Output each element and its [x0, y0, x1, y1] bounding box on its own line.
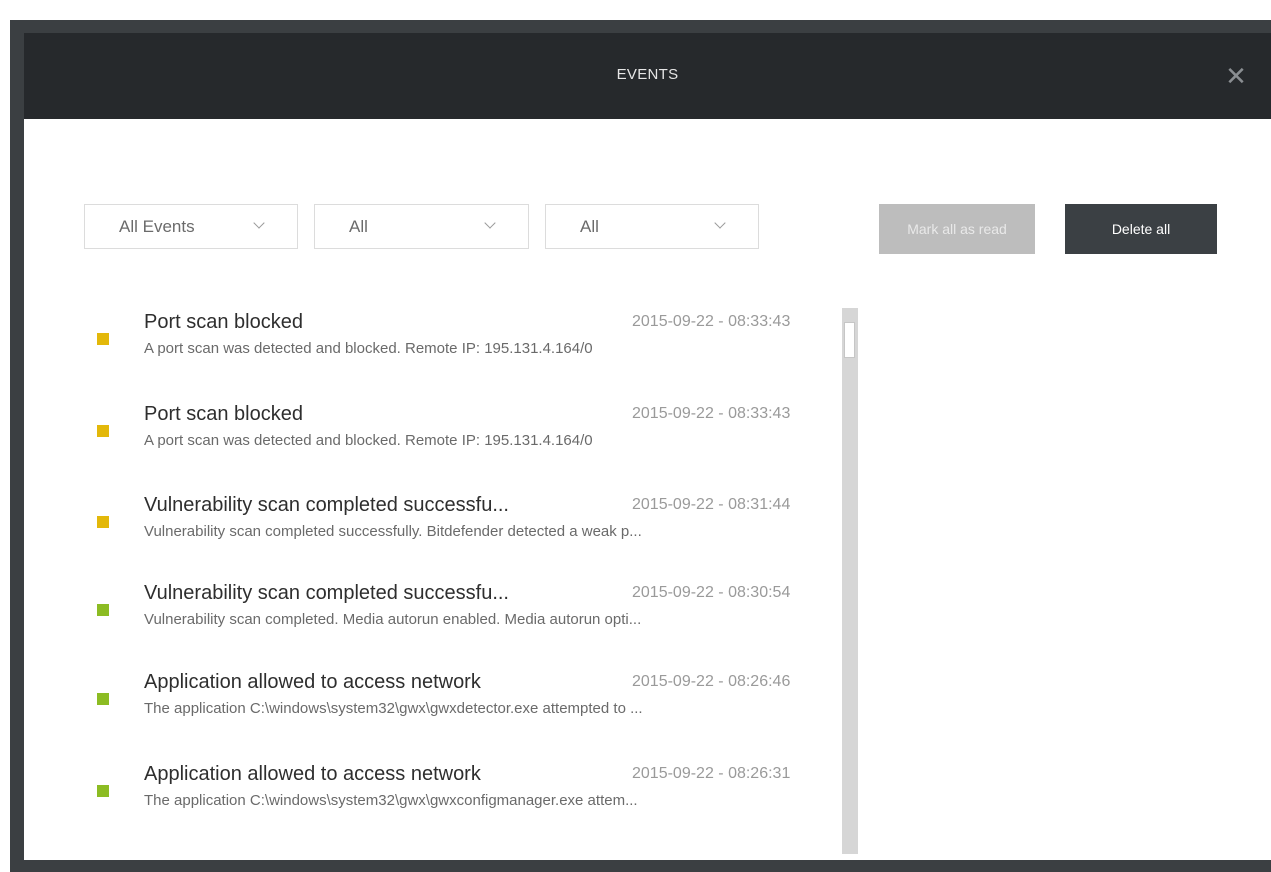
status-indicator: [97, 333, 109, 345]
status-indicator: [97, 785, 109, 797]
status-indicator: [97, 425, 109, 437]
events-content: All Events All All Mark all as read Dele…: [24, 119, 1271, 860]
event-description: The application C:\windows\system32\gwx\…: [144, 700, 643, 717]
event-list-scrollbar[interactable]: [842, 308, 858, 854]
events-window: EVENTS ✕ All Events All All Mark all as …: [10, 20, 1271, 872]
event-title: Vulnerability scan completed successfu..…: [144, 494, 509, 516]
scrollbar-thumb[interactable]: [844, 322, 855, 358]
event-type-dropdown[interactable]: All Events: [84, 204, 298, 249]
event-timestamp: 2015-09-22 - 08:33:43: [632, 313, 791, 330]
event-timestamp: 2015-09-22 - 08:26:31: [632, 765, 791, 782]
event-item[interactable]: Application allowed to access network 20…: [84, 759, 834, 839]
event-item[interactable]: Port scan blocked 2015-09-22 - 08:33:43 …: [84, 399, 834, 479]
event-title: Vulnerability scan completed successfu..…: [144, 582, 509, 604]
event-title: Port scan blocked: [144, 311, 303, 333]
time-dropdown[interactable]: All: [545, 204, 759, 249]
event-title: Port scan blocked: [144, 403, 303, 425]
status-indicator: [97, 516, 109, 528]
event-title: Application allowed to access network: [144, 671, 481, 693]
chevron-down-icon: [714, 217, 726, 229]
event-timestamp: 2015-09-22 - 08:31:44: [632, 496, 791, 513]
chevron-down-icon: [253, 217, 265, 229]
event-timestamp: 2015-09-22 - 08:33:43: [632, 405, 791, 422]
status-indicator: [97, 693, 109, 705]
mark-all-read-button[interactable]: Mark all as read: [879, 204, 1035, 254]
event-item[interactable]: Vulnerability scan completed successfu..…: [84, 490, 834, 570]
event-timestamp: 2015-09-22 - 08:26:46: [632, 673, 791, 690]
delete-all-button[interactable]: Delete all: [1065, 204, 1217, 254]
title-bar: EVENTS ✕: [24, 33, 1271, 119]
event-type-dropdown-value: All Events: [119, 217, 195, 236]
event-description: Vulnerability scan completed. Media auto…: [144, 611, 642, 628]
event-title: Application allowed to access network: [144, 763, 481, 785]
event-description: A port scan was detected and blocked. Re…: [144, 432, 593, 449]
event-list: Port scan blocked 2015-09-22 - 08:33:43 …: [84, 307, 854, 855]
severity-dropdown-value: All: [349, 217, 368, 236]
severity-dropdown[interactable]: All: [314, 204, 529, 249]
event-timestamp: 2015-09-22 - 08:30:54: [632, 584, 791, 601]
event-item[interactable]: Port scan blocked 2015-09-22 - 08:33:43 …: [84, 307, 834, 387]
status-indicator: [97, 604, 109, 616]
event-description: The application C:\windows\system32\gwx\…: [144, 792, 638, 809]
window-title: EVENTS: [616, 66, 679, 83]
event-item[interactable]: Application allowed to access network 20…: [84, 667, 834, 747]
chevron-down-icon: [484, 217, 496, 229]
time-dropdown-value: All: [580, 217, 599, 236]
event-item[interactable]: Vulnerability scan completed successfu..…: [84, 578, 834, 658]
event-description: Vulnerability scan completed successfull…: [144, 523, 642, 540]
close-icon[interactable]: ✕: [1219, 59, 1253, 93]
event-description: A port scan was detected and blocked. Re…: [144, 340, 593, 357]
screen: EVENTS ✕ All Events All All Mark all as …: [0, 0, 1271, 872]
